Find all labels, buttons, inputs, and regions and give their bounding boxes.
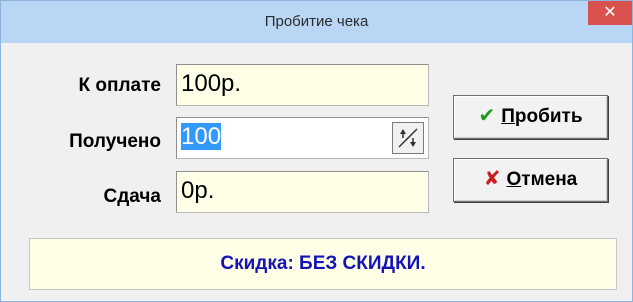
change-value: 0р. [181, 177, 215, 204]
received-value: 100 [181, 123, 222, 150]
print-label: робить [514, 106, 583, 127]
close-icon: ✕ [603, 4, 617, 21]
cancel-label: тмена [521, 169, 578, 190]
to-pay-value: 100р. [181, 70, 242, 97]
cancel-button[interactable]: ✘ Отмена [453, 158, 608, 202]
spin-arrows-icon [398, 128, 418, 148]
cancel-mnemonic: О [506, 169, 522, 190]
change-field: 0р. [176, 171, 429, 213]
print-receipt-button[interactable]: ✔ Пробить [453, 95, 608, 139]
title-bar[interactable]: Пробитие чека ✕ [1, 1, 632, 43]
change-label: Сдача [103, 186, 161, 207]
print-mnemonic: П [501, 106, 515, 127]
window-title: Пробитие чека [264, 13, 369, 30]
dialog-window: Пробитие чека ✕ К оплате Получено Сдача … [0, 0, 633, 302]
received-label: Получено [69, 131, 161, 152]
close-button[interactable]: ✕ [588, 1, 632, 25]
to-pay-label: К оплате [78, 75, 161, 96]
checkmark-icon: ✔ [478, 105, 496, 127]
to-pay-field: 100р. [176, 64, 429, 106]
quantity-spinner[interactable] [392, 122, 424, 154]
discount-text: Скидка: БЕЗ СКИДКИ. [220, 253, 426, 274]
cross-icon: ✘ [483, 168, 501, 190]
received-input[interactable]: 100 [176, 117, 429, 159]
discount-panel: Скидка: БЕЗ СКИДКИ. [29, 238, 617, 290]
